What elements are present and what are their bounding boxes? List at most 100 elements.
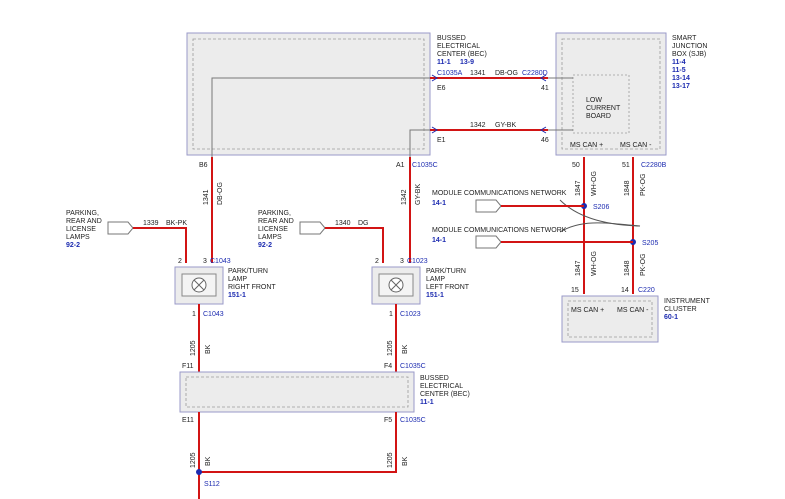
wire-1205-a-color: BK xyxy=(205,344,212,354)
splice-s205-label: S205 xyxy=(642,240,658,247)
sjb-mscan-plus: MS CAN + xyxy=(570,142,603,149)
sjb-mscan-minus: MS CAN - xyxy=(620,142,652,149)
sjb-title-2: JUNCTION xyxy=(672,43,707,50)
wire-1848-num-bot: 1848 xyxy=(624,260,631,276)
splice-s206-label: S206 xyxy=(593,204,609,211)
bec-bottom-title-2: ELECTRICAL xyxy=(420,383,463,390)
cluster-title-1: INSTRUMENT xyxy=(664,298,711,305)
cluster-pin15: 15 xyxy=(571,287,579,294)
sjb-ref-1: 11-4 xyxy=(672,59,686,66)
lamp-lf-label-1: PARK/TURN xyxy=(426,268,466,275)
sjb-box xyxy=(555,32,667,156)
vwire-1342-num: 1342 xyxy=(401,189,408,205)
sjb-conn: C2280B xyxy=(641,162,667,169)
wire-1342-num: 1342 xyxy=(470,122,486,129)
left-lamps-label-3: LICENSE xyxy=(66,226,96,233)
mcn1-connector-shape xyxy=(475,199,502,213)
bec-bottom-conn-bot: C1035C xyxy=(400,417,426,424)
wire-1205-c-num: 1205 xyxy=(190,452,197,468)
wire-1847-color-bot: WH-OG xyxy=(591,251,598,276)
board-label-1: LOW xyxy=(586,97,602,104)
bec-top-ref2: 13-9 xyxy=(460,59,474,66)
lamp-rf-pin3: 3 xyxy=(203,258,207,265)
wire-1205-d-num: 1205 xyxy=(387,452,394,468)
wire-1339-color: BK-PK xyxy=(166,220,187,227)
left-lamps-label-4: LAMPS xyxy=(66,234,90,241)
lamp-rf-pin2: 2 xyxy=(178,258,182,265)
bottom-wires: S112 1205 BK 1205 BK xyxy=(190,412,409,499)
mcn1-label: MODULE COMMUNICATIONS NETWORK xyxy=(432,190,567,197)
lamp-rf-ref: 151-1 xyxy=(228,292,246,299)
gray-route-1342 xyxy=(409,129,573,160)
sjb-ref-4: 13-17 xyxy=(672,83,690,90)
bec-top-title-2: ELECTRICAL xyxy=(437,43,480,50)
bec-bottom-f5: F5 xyxy=(384,417,392,424)
splice-s112-label: S112 xyxy=(204,481,220,488)
wire-1847-color-top: WH-OG xyxy=(591,171,598,196)
wire-1205-d-color: BK xyxy=(402,456,409,466)
pin-e6: E6 xyxy=(437,85,446,92)
can-wires: 1847 WH-OG 1848 PK-OG 1847 WH-OG 1848 PK… xyxy=(559,157,658,294)
pin-41: 41 xyxy=(541,85,549,92)
wire-1205-a-num: 1205 xyxy=(190,340,197,356)
wire-1339-num: 1339 xyxy=(143,220,159,227)
lamp-rf-label-3: RIGHT FRONT xyxy=(228,284,276,291)
bec-bottom-e11: E11 xyxy=(182,417,194,424)
wire-1205-b-color: BK xyxy=(402,344,409,354)
bec-bottom-f11: F11 xyxy=(182,363,194,370)
bec-top-title-1: BUSSED xyxy=(437,35,466,42)
bec-bottom: F11 F4 C1035C BUSSED ELECTRICAL CENTER (… xyxy=(179,363,470,424)
vwire-1342-color: GY-BK xyxy=(415,184,422,205)
lamp-lf-pin3: 3 xyxy=(400,258,404,265)
mid-lamps-ref: 92-2 xyxy=(258,242,272,249)
lamp-lf-label-3: LEFT FRONT xyxy=(426,284,470,291)
twisted-pair-2 xyxy=(559,222,641,233)
splice-s112-dot xyxy=(196,469,202,475)
conn-c1035a: C1035A xyxy=(437,70,463,77)
mcn2-connector-shape xyxy=(475,235,502,249)
lamp-rf-label-1: PARK/TURN xyxy=(228,268,268,275)
bec-bottom-title-3: CENTER (BEC) xyxy=(420,391,470,398)
wire-1848-color-bot: PK-OG xyxy=(640,253,647,276)
board-label-2: CURRENT xyxy=(586,105,621,112)
pin-a1: A1 xyxy=(396,162,405,169)
wire-1340-num: 1340 xyxy=(335,220,351,227)
lamp-rf-conn: C1043 xyxy=(210,258,231,265)
mid-lamps-label-4: LAMPS xyxy=(258,234,282,241)
mcn2-label: MODULE COMMUNICATIONS NETWORK xyxy=(432,227,567,234)
lamp-left-front: 2 3 C1023 PARK/TURN LAMP LEFT FRONT 151-… xyxy=(371,258,470,318)
pin-46: 46 xyxy=(541,137,549,144)
sjb-ref-2: 11-5 xyxy=(672,67,686,74)
wiring-diagram: BUSSED ELECTRICAL CENTER (BEC) 11-1 13-9… xyxy=(0,0,785,499)
mid-lamps-connector-shape xyxy=(299,221,326,235)
cluster-conn: C220 xyxy=(638,287,655,294)
lamp-rf-conn2: C1043 xyxy=(203,311,224,318)
wire-1341-color: DB-OG xyxy=(495,70,518,77)
board-label-3: BOARD xyxy=(586,113,611,120)
cluster-title-2: CLUSTER xyxy=(664,306,697,313)
connector-arrows-top xyxy=(431,74,547,134)
pin-e1: E1 xyxy=(437,137,446,144)
mid-lamps-source: PARKING, REAR AND LICENSE LAMPS 92-2 134… xyxy=(258,210,384,263)
lamp-lf-label-2: LAMP xyxy=(426,276,445,283)
lamp-lf-conn2: C1023 xyxy=(400,311,421,318)
cluster-pin14: 14 xyxy=(621,287,629,294)
lamp-lf-pin2: 2 xyxy=(375,258,379,265)
mid-lamps-label-2: REAR AND xyxy=(258,218,294,225)
bec-bottom-title-1: BUSSED xyxy=(420,375,449,382)
conn-c1035c-top: C1035C xyxy=(412,162,438,169)
sjb: LOW CURRENT BOARD MS CAN + MS CAN - SMAR… xyxy=(555,32,707,169)
wire-1205-c-color: BK xyxy=(205,456,212,466)
wire-1341-num: 1341 xyxy=(470,70,486,77)
diagram-canvas: BUSSED ELECTRICAL CENTER (BEC) 11-1 13-9… xyxy=(66,32,711,499)
mcn-refs: MODULE COMMUNICATIONS NETWORK 14-1 MODUL… xyxy=(432,190,633,249)
mid-lamps-label-1: PARKING, xyxy=(258,210,291,217)
mcn2-ref: 14-1 xyxy=(432,237,446,244)
sjb-ref-3: 13-14 xyxy=(672,75,690,82)
bec-top-title-3: CENTER (BEC) xyxy=(437,51,487,58)
cluster-mscan-plus: MS CAN + xyxy=(571,307,604,314)
bec-bottom-ref: 11-1 xyxy=(420,399,434,406)
sjb-title-1: SMART xyxy=(672,35,697,42)
sjb-pin-50: 50 xyxy=(572,162,580,169)
lamp-feed-wires: 1341 DB-OG 1342 GY-BK xyxy=(203,157,422,263)
